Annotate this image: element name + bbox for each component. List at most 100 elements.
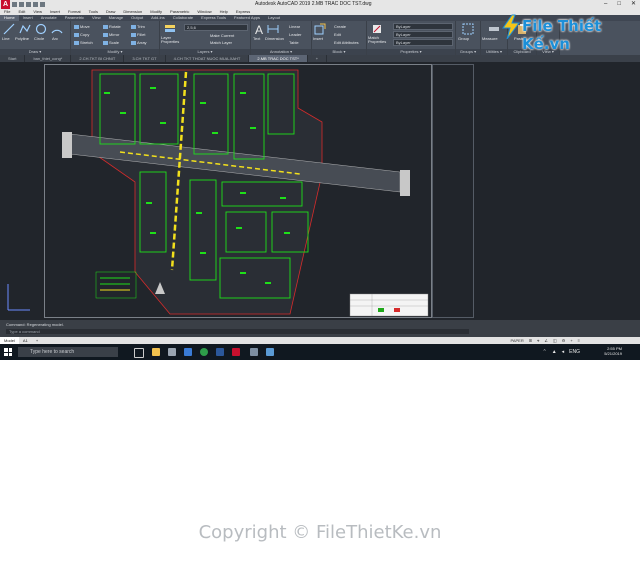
measure-button[interactable]: Measure: [482, 36, 498, 41]
store-icon[interactable]: [184, 348, 192, 356]
snap-icon[interactable]: ⌖: [537, 337, 539, 344]
lineweight-dropdown[interactable]: ByLayer: [393, 39, 453, 46]
scale-icon: [103, 40, 108, 45]
title-bar: A Autodesk AutoCAD 2019 2.MB TRAC DOC TS…: [0, 0, 640, 9]
circle-button[interactable]: Circle: [34, 36, 44, 41]
array-label: Array: [137, 40, 147, 45]
make-current-button[interactable]: Make Current: [210, 33, 234, 38]
edit-attributes-button[interactable]: Edit Attributes: [334, 40, 359, 45]
circle-icon[interactable]: [35, 23, 47, 35]
line-button[interactable]: Line: [2, 36, 10, 41]
autocad-taskbar-icon[interactable]: [232, 348, 240, 356]
layer-properties-button[interactable]: Layer Properties: [161, 36, 181, 44]
taskbar-search-input[interactable]: Type here to search: [18, 347, 118, 357]
copy-label: Copy: [80, 32, 90, 37]
autocad-logo-icon[interactable]: A: [1, 0, 10, 9]
volume-icon[interactable]: ◂: [562, 349, 565, 355]
fillet-button[interactable]: Fillet: [131, 32, 145, 37]
match-properties-icon[interactable]: [371, 23, 383, 35]
close-button[interactable]: ✕: [631, 0, 636, 9]
doc-tab[interactable]: 4.CH TKT THOAT NUOC MUA-XAHT: [166, 55, 250, 62]
doc-tab[interactable]: 3.CH TKT GT: [124, 55, 166, 62]
scale-label: Scale: [109, 40, 120, 45]
command-input[interactable]: Type a command: [6, 329, 469, 334]
group-icon[interactable]: [462, 23, 474, 35]
redo-icon[interactable]: [40, 2, 45, 7]
customize-icon[interactable]: ≡: [578, 337, 580, 344]
new-tab-button[interactable]: +: [308, 55, 328, 62]
save-icon[interactable]: [26, 2, 31, 7]
network-icon[interactable]: ▲: [552, 349, 557, 355]
minimize-button[interactable]: –: [604, 0, 607, 9]
color-dropdown[interactable]: ByLayer: [393, 23, 453, 30]
people-icon[interactable]: ⌃: [542, 349, 546, 355]
task-view-icon[interactable]: [134, 348, 144, 358]
file-explorer-icon[interactable]: [152, 348, 160, 356]
layers-panel: Layer Properties 2,5,6 Make Current Matc…: [160, 21, 251, 55]
move-icon: [74, 24, 79, 29]
match-properties-button[interactable]: Match Properties: [368, 36, 388, 44]
layer-properties-icon[interactable]: [164, 23, 176, 35]
doc-tab-start[interactable]: Start: [0, 55, 26, 62]
polyline-icon[interactable]: [19, 23, 31, 35]
tab-model[interactable]: Model: [0, 337, 19, 344]
group-button[interactable]: Group: [458, 36, 469, 41]
edit-block-button[interactable]: Edit: [334, 32, 341, 37]
calculator-icon[interactable]: [168, 348, 176, 356]
measure-icon[interactable]: [488, 23, 500, 35]
arc-icon[interactable]: [51, 23, 63, 35]
tab-layout-a1[interactable]: A1: [19, 337, 32, 344]
chrome-icon[interactable]: [200, 348, 208, 356]
array-button[interactable]: Array: [131, 40, 147, 45]
dimension-button[interactable]: Dimension: [265, 36, 284, 41]
line-icon[interactable]: [3, 23, 15, 35]
language-indicator[interactable]: ENG: [569, 349, 580, 355]
site-boundary: [91, 69, 323, 315]
arc-button[interactable]: Arc: [52, 36, 58, 41]
windows-start-icon[interactable]: [4, 348, 12, 356]
dimension-icon[interactable]: [267, 23, 279, 35]
insert-icon[interactable]: [314, 23, 326, 35]
paper-space-toggle[interactable]: PAPER: [510, 337, 523, 344]
doc-tab-active[interactable]: 2.MB TRAC DOC TST*: [249, 55, 308, 62]
leader-button[interactable]: Leader: [289, 32, 301, 37]
road-end-east: [400, 170, 410, 196]
open-icon[interactable]: [19, 2, 24, 7]
maximize-button[interactable]: □: [617, 0, 621, 9]
app-icon[interactable]: [266, 348, 274, 356]
match-layer-button[interactable]: Match Layer: [210, 40, 232, 45]
create-block-button[interactable]: Create: [334, 24, 346, 29]
settings-icon[interactable]: ⚙: [562, 337, 566, 344]
new-icon[interactable]: [12, 2, 17, 7]
text-button[interactable]: Text: [253, 36, 260, 41]
plus-icon[interactable]: +: [570, 337, 572, 344]
doc-tab[interactable]: 2.CH.TKT BI CHNIT: [71, 55, 125, 62]
grid-icon[interactable]: ⊞: [529, 337, 532, 344]
undo-icon[interactable]: [33, 2, 38, 7]
stretch-button[interactable]: Stretch: [74, 40, 93, 45]
viewport-icon[interactable]: ◫: [553, 337, 557, 344]
doc-tab[interactable]: ban_thiet_cong*: [25, 55, 72, 62]
copy-button[interactable]: Copy: [74, 32, 89, 37]
scale-button[interactable]: Scale: [103, 40, 119, 45]
drawing-canvas[interactable]: [0, 62, 640, 320]
insert-button[interactable]: Insert: [313, 36, 323, 41]
clock[interactable]: 2:55 PM 5/21/2019: [604, 346, 622, 356]
screenshot: A Autodesk AutoCAD 2019 2.MB TRAC DOC TS…: [0, 0, 640, 360]
mirror-button[interactable]: Mirror: [103, 32, 119, 37]
trim-label: Trim: [137, 24, 145, 29]
linear-button[interactable]: Linear: [289, 24, 300, 29]
ortho-icon[interactable]: ∠: [544, 337, 548, 344]
add-layout-button[interactable]: +: [32, 337, 42, 344]
polyline-button[interactable]: Polyline: [15, 36, 29, 41]
linetype-dropdown[interactable]: ByLayer: [393, 31, 453, 38]
system-tray: ⌃ ▲ ◂ ENG: [542, 349, 580, 355]
move-button[interactable]: Move: [74, 24, 90, 29]
trim-button[interactable]: Trim: [131, 24, 145, 29]
rotate-button[interactable]: Rotate: [103, 24, 121, 29]
layer-dropdown[interactable]: 2,5,6: [184, 24, 248, 31]
photos-icon[interactable]: [250, 348, 258, 356]
word-icon[interactable]: [216, 348, 224, 356]
table-button[interactable]: Table: [289, 40, 299, 45]
text-icon[interactable]: A: [253, 23, 265, 35]
